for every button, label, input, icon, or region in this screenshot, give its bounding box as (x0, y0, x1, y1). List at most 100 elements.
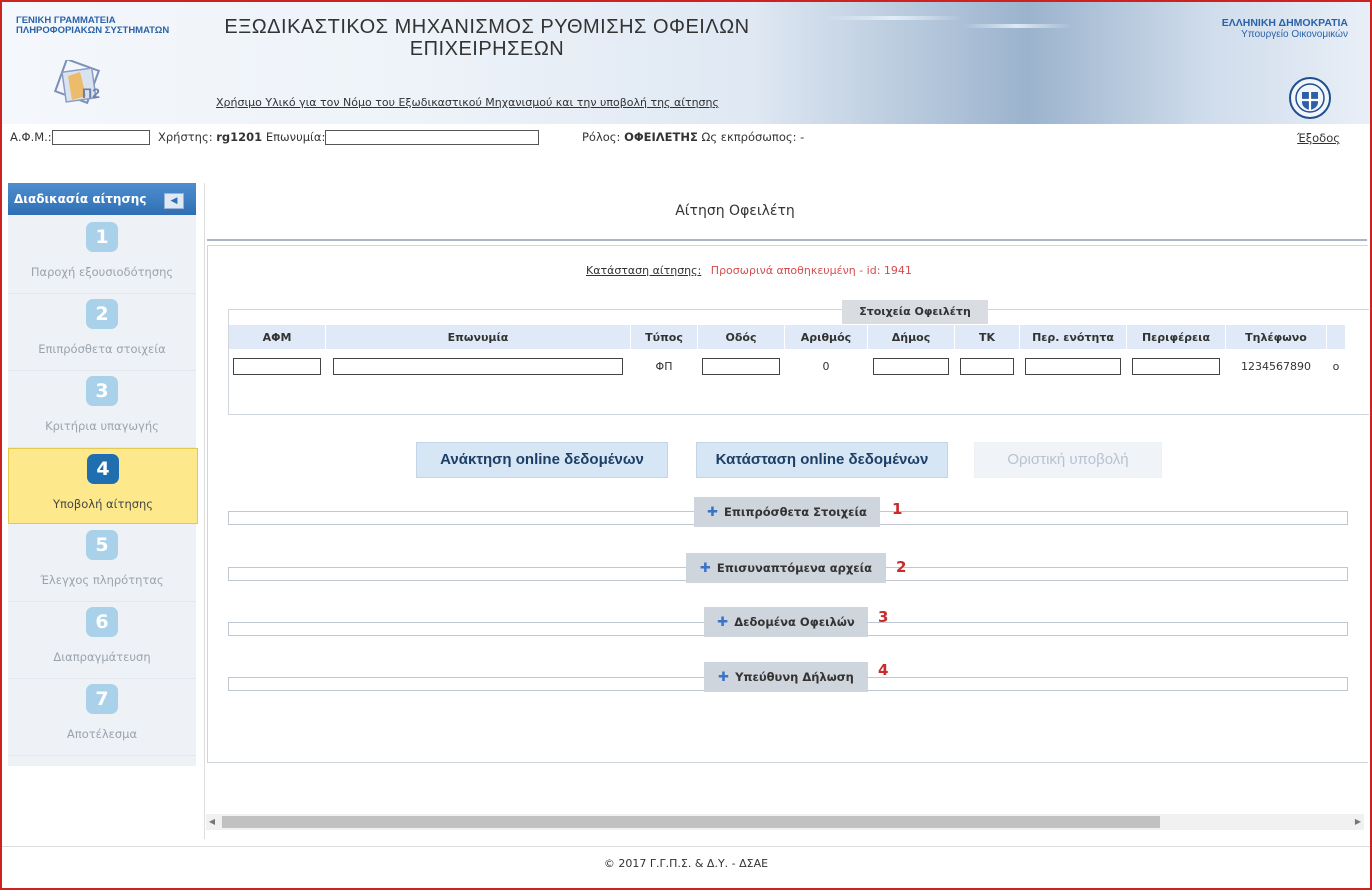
step-label: Αποτέλεσμα (66, 727, 138, 741)
step-label: Έλεγχος πληρότητας (40, 573, 164, 587)
plus-icon: ✚ (718, 670, 730, 685)
banner-decoration (962, 24, 1072, 28)
column-header: ΤΚ (954, 325, 1020, 349)
title-line2: ΕΠΙΧΕΙΡΗΣΕΩΝ (409, 38, 565, 60)
useful-material-link[interactable]: Χρήσιμο Υλικό για τον Νόμο του Εξωδικαστ… (216, 96, 719, 109)
cell-regional-unit (1020, 349, 1127, 383)
step-label: Επιπρόσθετα στοιχεία (38, 342, 166, 356)
step-7[interactable]: 7 Αποτέλεσμα (8, 679, 196, 756)
expand-additional-data-button[interactable]: ✚ Επιπρόσθετα Στοιχεία (694, 497, 880, 527)
logout-link[interactable]: Έξοδος (1297, 131, 1340, 145)
sidebar-header: Διαδικασία αίτησης ◀ (8, 183, 196, 215)
name-field[interactable] (333, 357, 623, 375)
user-label: Χρήστης: (158, 130, 213, 144)
table-row: ΦΠ 0 1234567890 o (229, 349, 1346, 383)
debtor-table: ΑΦΜ Επωνυμία Τύπος Οδός Αριθμός Δήμος ΤΚ… (229, 325, 1346, 383)
column-header: Επωνυμία (325, 325, 631, 349)
postcode-field[interactable] (960, 357, 1014, 375)
street-field[interactable] (702, 357, 780, 375)
scroll-left-icon[interactable]: ◀ (206, 816, 218, 828)
online-data-status-button[interactable]: Κατάσταση online δεδομένων (696, 442, 948, 478)
role-value: ΟΦΕΙΛΕΤΗΣ (624, 130, 698, 144)
region-field[interactable] (1132, 357, 1220, 375)
hellenic-seal-icon (1289, 77, 1331, 119)
step-number-icon: 2 (86, 299, 118, 329)
name-value-box (325, 130, 540, 145)
cell-overflow: o (1332, 359, 1340, 373)
cell-postcode (955, 349, 1020, 383)
step-number-icon: 1 (86, 222, 118, 252)
status-value: Προσωρινά αποθηκευμένη - id: 1941 (710, 264, 912, 277)
municipality-field[interactable] (873, 357, 949, 375)
step-number-icon: 7 (86, 684, 118, 714)
column-header: Αριθμός (784, 325, 868, 349)
column-header (1326, 325, 1346, 349)
ggps-logo-icon: Π2 (53, 60, 100, 105)
plus-icon: ✚ (707, 505, 718, 520)
step-label: Διαπραγμάτευση (53, 650, 151, 664)
step-6[interactable]: 6 Διαπραγμάτευση (8, 602, 196, 679)
page-title: ΕΞΩΔΙΚΑΣΤΙΚΟΣ ΜΗΧΑΝΙΣΜΟΣ ΡΥΘΜΙΣΗΣ ΟΦΕΙΛΩ… (217, 16, 757, 60)
afm-value-box (51, 130, 150, 145)
header-banner: ΓΕΝΙΚΗ ΓΡΑΜΜΑΤΕΙΑ ΠΛΗΡΟΦΟΡΙΑΚΩΝ ΣΥΣΤΗΜΑΤ… (2, 2, 1370, 124)
step-3[interactable]: 3 Κριτήρια υπαγωγής (8, 371, 196, 448)
process-sidebar: Διαδικασία αίτησης ◀ 1 Παροχή εξουσιοδότ… (8, 183, 198, 766)
scroll-right-icon[interactable]: ▶ (1352, 816, 1364, 828)
cell-name (326, 349, 631, 383)
org-left-name: ΓΕΝΙΚΗ ΓΡΑΜΜΑΤΕΙΑ ΠΛΗΡΟΦΟΡΙΑΚΩΝ ΣΥΣΤΗΜΑΤ… (16, 16, 169, 36)
collapse-sidebar-button[interactable]: ◀ (164, 193, 184, 209)
step-number-icon: 6 (86, 607, 118, 637)
step-label: Παροχή εξουσιοδότησης (30, 265, 174, 279)
final-submit-button[interactable]: Οριστική υποβολή (974, 442, 1162, 478)
column-header: Περιφέρεια (1126, 325, 1226, 349)
org-right-name: ΕΛΛΗΝΙΚΗ ΔΗΜΟΚΡΑΤΙΑ Υπουργείο Οικονομικώ… (1222, 18, 1348, 41)
step-label: Κριτήρια υπαγωγής (45, 419, 159, 433)
section-label: Δεδομένα Οφειλών (734, 615, 855, 629)
footer-copyright: © 2017 Γ.Γ.Π.Σ. & Δ.Υ. - ΔΣΑΕ (2, 846, 1370, 887)
plus-icon: ✚ (699, 561, 711, 576)
status-label: Κατάσταση αίτησης: (586, 264, 702, 277)
section-label: Υπεύθυνη Δήλωση (735, 670, 854, 684)
section-marker: 1 (892, 500, 903, 518)
cell-region (1127, 349, 1226, 383)
scrollbar-thumb[interactable] (222, 816, 1160, 828)
step-1[interactable]: 1 Παροχή εξουσιοδότησης (8, 217, 196, 294)
column-header: Τύπος (630, 325, 698, 349)
user-value: rg1201 (216, 130, 263, 144)
step-number-icon: 3 (86, 376, 118, 406)
svg-text:Π2: Π2 (82, 85, 100, 101)
section-label: Επιπρόσθετα Στοιχεία (723, 505, 867, 519)
column-header: Τηλέφωνο (1225, 325, 1327, 349)
debtor-details-tab[interactable]: Στοιχεία Οφειλέτη (842, 300, 988, 324)
step-5[interactable]: 5 Έλεγχος πληρότητας (8, 525, 196, 602)
title-line1: ΕΞΩΔΙΚΑΣΤΙΚΟΣ ΜΗΧΑΝΙΣΜΟΣ ΡΥΘΜΙΣΗΣ ΟΦΕΙΛΩ… (224, 16, 750, 38)
org-right-line2: Υπουργείο Οικονομικών (1241, 29, 1348, 40)
table-header-row: ΑΦΜ Επωνυμία Τύπος Οδός Αριθμός Δήμος ΤΚ… (229, 325, 1346, 349)
representative-value: - (800, 130, 805, 144)
step-label: Υποβολή αίτησης (52, 497, 154, 511)
expand-debt-data-button[interactable]: ✚ Δεδομένα Οφειλών (704, 607, 868, 637)
afm-field[interactable] (233, 357, 322, 375)
section-label: Επισυναπτόμενα αρχεία (716, 561, 873, 575)
plus-icon: ✚ (717, 615, 729, 630)
step-4[interactable]: 4 Υποβολή αίτησης (8, 448, 198, 524)
cell-street (698, 349, 785, 383)
expand-attachments-button[interactable]: ✚ Επισυναπτόμενα αρχεία (686, 553, 886, 583)
cell-municipality (868, 349, 955, 383)
column-header: Περ. ενότητα (1019, 325, 1127, 349)
retrieve-online-data-button[interactable]: Ανάκτηση online δεδομένων (416, 442, 668, 478)
expand-declaration-button[interactable]: ✚ Υπεύθυνη Δήλωση (704, 662, 868, 692)
horizontal-scrollbar[interactable]: ◀ ▶ (206, 814, 1364, 830)
role-label: Ρόλος: (582, 130, 621, 144)
org-left-line2: ΠΛΗΡΟΦΟΡΙΑΚΩΝ ΣΥΣΤΗΜΑΤΩΝ (16, 25, 170, 36)
column-header: Δήμος (867, 325, 955, 349)
afm-label: Α.Φ.Μ.: (10, 130, 52, 144)
name-label: Επωνυμία: (265, 130, 326, 144)
cell-number: 0 (822, 359, 830, 373)
step-2[interactable]: 2 Επιπρόσθετα στοιχεία (8, 294, 196, 371)
banner-decoration (822, 16, 962, 20)
cell-type: ΦΠ (655, 359, 673, 373)
sidebar-title: Διαδικασία αίτησης (14, 192, 147, 206)
section-marker: 2 (896, 558, 907, 576)
regional-unit-field[interactable] (1025, 357, 1121, 375)
